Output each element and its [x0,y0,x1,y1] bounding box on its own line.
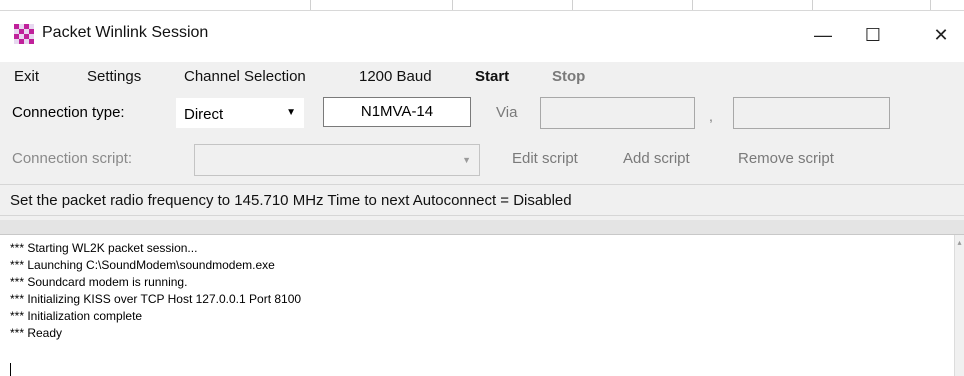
menu-bar: Exit Settings Channel Selection 1200 Bau… [0,62,964,92]
minimize-button[interactable]: — [800,18,846,52]
log-line: *** Ready [10,326,63,340]
via-label: Via [496,104,518,121]
close-button[interactable]: ✕ [918,18,964,52]
menu-exit[interactable]: Exit [14,68,39,85]
dropdown-arrow-icon: ▼ [286,107,296,118]
log-line: *** Initialization complete [10,309,143,323]
callsign-value: N1MVA-14 [360,103,434,120]
winlink-app-icon [14,24,34,44]
window-title: Packet Winlink Session [42,24,209,41]
menu-stop[interactable]: Stop [552,68,585,85]
log-line: *** Starting WL2K packet session... [10,241,198,255]
log-line: *** Soundcard modem is running. [10,275,188,289]
menu-settings[interactable]: Settings [87,68,141,85]
edit-script-button[interactable]: Edit script [512,150,578,167]
log-line: *** Launching C:\SoundModem\soundmodem.e… [10,258,275,272]
remove-script-button[interactable]: Remove script [738,150,834,167]
session-log[interactable]: *** Starting WL2K packet session... *** … [0,235,955,376]
scroll-up-arrow-icon[interactable]: ▴ [955,238,964,247]
callsign-input[interactable]: N1MVA-14 [323,97,471,127]
text-caret [10,363,11,376]
packet-winlink-session-window: Packet Winlink Session — ☐ ✕ Exit Settin… [0,0,964,376]
connection-script-label: Connection script: [12,150,133,167]
splitter[interactable] [0,220,964,235]
menu-start[interactable]: Start [475,68,509,85]
minimize-icon: — [814,24,832,45]
dropdown-arrow-icon: ▼ [462,155,471,165]
via-input-1[interactable] [540,97,695,129]
close-icon: ✕ [933,24,949,45]
maximize-button[interactable]: ☐ [850,18,896,52]
status-bar: Set the packet radio frequency to 145.71… [0,184,964,216]
connection-script-select[interactable]: ▼ [194,144,480,176]
connection-row: Connection type: Direct ▼ N1MVA-14 Via , [0,92,964,134]
via-separator: , [709,108,713,124]
menu-1200-baud[interactable]: 1200 Baud [359,68,432,85]
log-line: *** Initializing KISS over TCP Host 127.… [10,292,302,306]
title-bar[interactable]: Packet Winlink Session — ☐ ✕ [0,0,964,62]
add-script-button[interactable]: Add script [623,150,690,167]
maximize-icon: ☐ [864,24,882,45]
status-text: Set the packet radio frequency to 145.71… [10,192,572,209]
connection-type-value: Direct [184,106,224,123]
background-window-edge [0,0,964,11]
menu-channel-selection[interactable]: Channel Selection [184,68,306,85]
via-input-2[interactable] [733,97,890,129]
connection-script-row: Connection script: ▼ Edit script Add scr… [0,138,964,182]
connection-type-label: Connection type: [12,104,125,121]
connection-type-select[interactable]: Direct ▼ [176,98,304,128]
